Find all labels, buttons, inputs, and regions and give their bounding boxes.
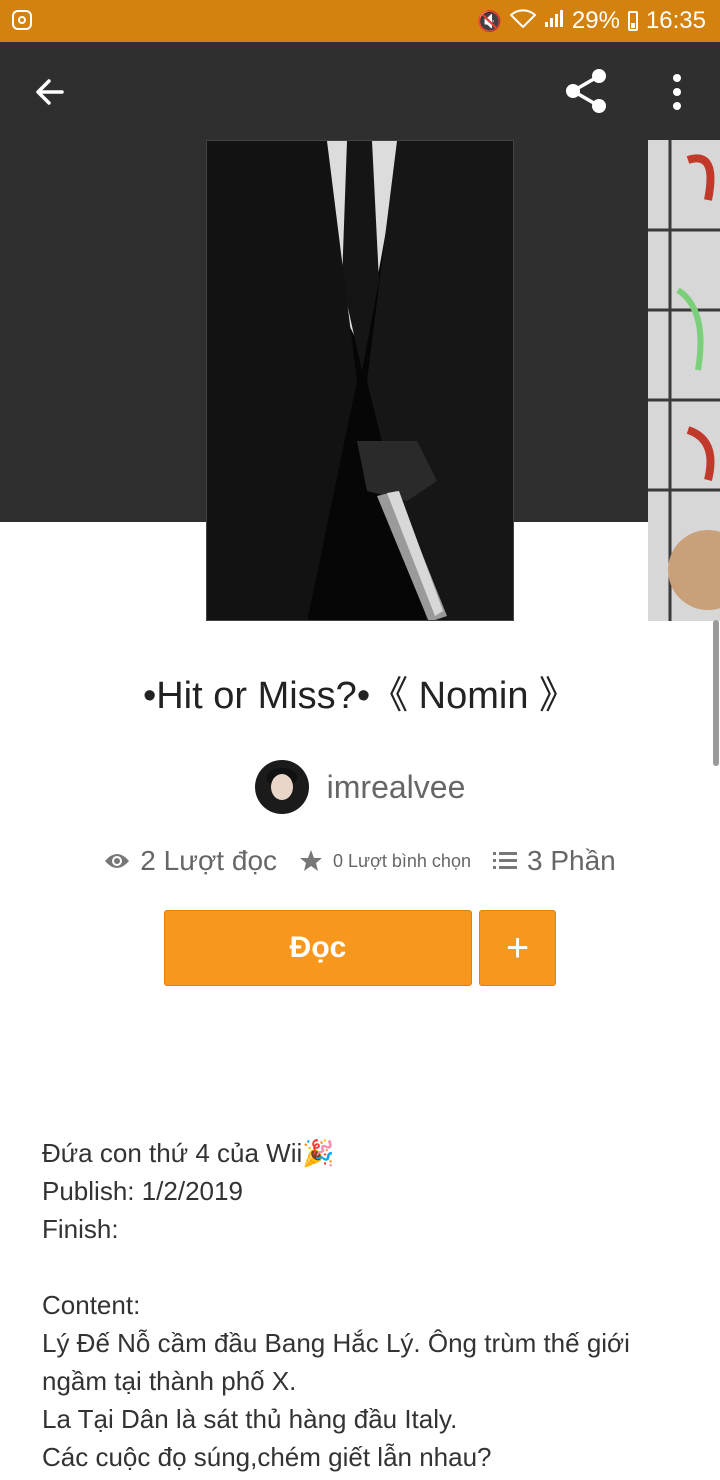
description-line: Content:: [42, 1290, 141, 1320]
story-stats: 2 Lượt đọc 0 Lượt bình chọn 3 Phần: [0, 845, 720, 877]
share-icon: [566, 69, 606, 113]
arrow-left-icon: [36, 79, 64, 105]
parts-count: 3 Phần: [526, 845, 616, 876]
clock: 16:35: [645, 7, 706, 34]
more-vert-icon: [673, 74, 681, 110]
description-line: Lý Đế Nỗ cầm đầu Bang Hắc Lý. Ông trùm t…: [42, 1328, 630, 1396]
cover-illustration: [207, 141, 513, 620]
description-line: Đứa con thứ 4 của Wii🎉: [42, 1138, 335, 1168]
back-button[interactable]: [30, 72, 70, 112]
author-name[interactable]: imrealvee: [327, 769, 466, 806]
author-row[interactable]: imrealvee: [0, 760, 720, 814]
scrollbar[interactable]: [713, 620, 719, 766]
description-line: La Tại Dân là sát thủ hàng đầu Italy.: [42, 1404, 458, 1434]
author-avatar[interactable]: [254, 760, 309, 814]
read-button[interactable]: Đọc: [164, 910, 472, 986]
views-stat: 2 Lượt đọc: [104, 845, 277, 877]
story-description: Đứa con thứ 4 của Wii🎉 Publish: 1/2/2019…: [42, 1134, 682, 1476]
star-icon: [300, 850, 323, 871]
instagram-icon: [12, 10, 32, 30]
more-options-button[interactable]: [662, 70, 692, 114]
next-cover-preview[interactable]: [648, 140, 720, 621]
battery-percent: 29%: [571, 7, 620, 34]
status-bar: 🔇 29% 16:35: [0, 0, 720, 42]
parts-stat[interactable]: 3 Phần: [492, 845, 616, 877]
votes-stat: 0 Lượt bình chọn: [299, 849, 471, 873]
list-icon: [492, 852, 517, 869]
signal-icon: [544, 8, 564, 34]
wifi-icon: [509, 8, 537, 34]
share-button[interactable]: [562, 68, 612, 114]
mute-icon: 🔇: [476, 10, 502, 33]
plus-icon: +: [505, 925, 530, 970]
description-line: Publish: 1/2/2019: [42, 1176, 243, 1206]
description-line: Finish:: [42, 1214, 119, 1244]
votes-count: 0 Lượt bình chọn: [333, 850, 471, 871]
eye-icon: [105, 854, 130, 868]
next-cover-illustration: [648, 140, 720, 621]
story-cover[interactable]: [206, 140, 514, 621]
add-to-library-button[interactable]: +: [479, 910, 556, 986]
description-line: Các cuộc đọ súng,chém giết lẫn nhau?: [42, 1442, 492, 1472]
battery-icon: [627, 11, 638, 31]
views-count: 2 Lượt đọc: [140, 845, 278, 876]
description-line: [42, 1248, 682, 1286]
story-title: •Hit or Miss?•《 Nomin 》: [142, 675, 578, 717]
